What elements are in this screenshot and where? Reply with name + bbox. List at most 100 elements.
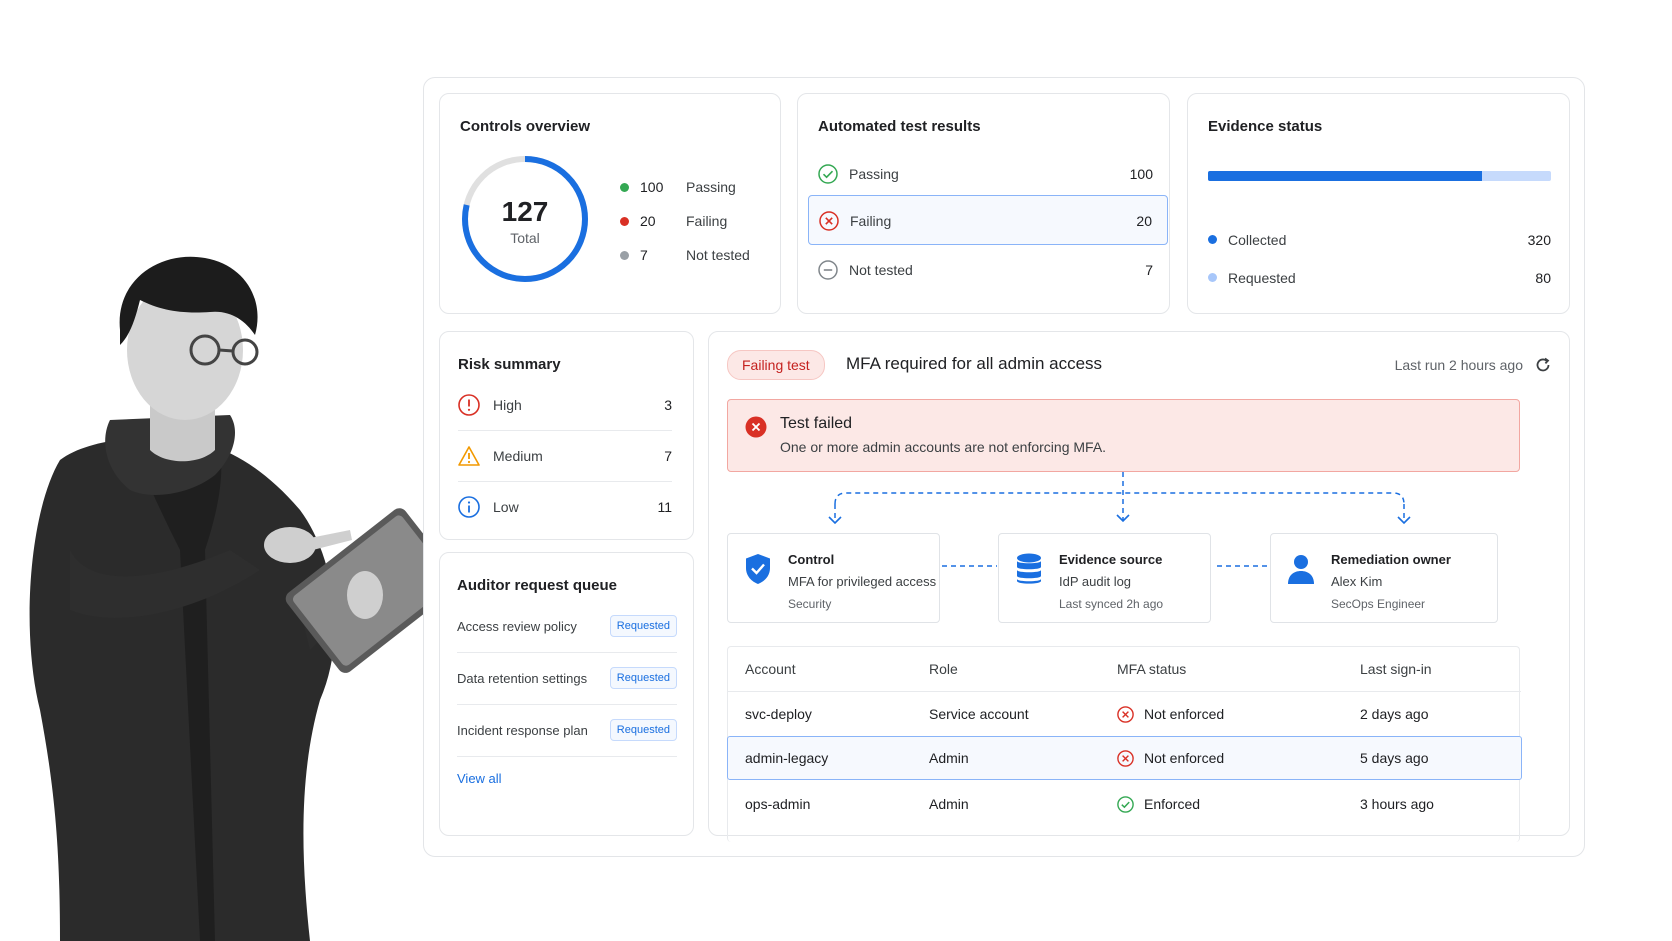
table-row-selected[interactable]: admin-legacy Admin Not enforced 5 days a… (727, 736, 1522, 780)
node-meta: SecOps Engineer (1331, 597, 1426, 611)
risk-row-high[interactable]: High 3 (458, 380, 672, 431)
test-row-value: 20 (1136, 213, 1152, 229)
failing-test-detail-panel: Failing test MFA required for all admin … (708, 331, 1570, 842)
legend-dot (620, 216, 629, 226)
mfa-status-cell: Enforced (1117, 796, 1200, 813)
last-sign-in-cell: 3 hours ago (1360, 796, 1434, 812)
account-cell: ops-admin (745, 796, 811, 812)
legend-row-passing: 100 Passing (620, 177, 736, 197)
legend-row-not-tested: 7 Not tested (620, 245, 750, 265)
evidence-row-collected: Collected 320 (1208, 230, 1551, 250)
test-row-label: Not tested (849, 262, 913, 278)
node-subtitle: Alex Kim (1331, 574, 1383, 589)
evidence-source-node[interactable]: Evidence source IdP audit log Last synce… (998, 533, 1211, 623)
test-row-label: Passing (849, 166, 899, 182)
test-row-value: 100 (1129, 166, 1153, 182)
node-meta: Last synced 2h ago (1059, 597, 1164, 611)
role-cell: Admin (929, 750, 969, 766)
role-cell: Admin (929, 796, 969, 812)
mfa-status-text: Not enforced (1144, 706, 1225, 722)
table-header-row: Account Role MFA status Last sign-in (728, 647, 1521, 692)
risk-row-label: High (493, 397, 522, 413)
x-circle-icon (819, 211, 839, 231)
table-row[interactable]: ops-admin Admin Enforced 3 hours ago (728, 782, 1521, 827)
error-circle-icon (745, 416, 767, 438)
evidence-row-value: 80 (1535, 270, 1551, 286)
risk-row-label: Low (493, 499, 519, 515)
legend-value: 20 (640, 213, 656, 229)
evidence-status-card: Evidence status Collected 320 Requested … (1187, 93, 1570, 314)
mfa-status-cell: Not enforced (1117, 706, 1224, 723)
node-title: Control (788, 552, 835, 567)
x-circle-icon (1117, 706, 1134, 723)
test-row-failing[interactable]: Failing 20 (808, 195, 1168, 245)
risk-row-label: Medium (493, 448, 543, 464)
alert-title: Test failed (780, 415, 853, 432)
test-row-passing[interactable]: Passing 100 (808, 149, 1168, 199)
evidence-row-label: Requested (1228, 270, 1296, 286)
last-sign-in-cell: 2 days ago (1360, 706, 1429, 722)
auditor-request-label: Access review policy (457, 619, 577, 634)
last-sign-in-cell: 5 days ago (1360, 750, 1429, 766)
test-row-value: 7 (1145, 262, 1153, 278)
auditor-request-item[interactable]: Data retention settings Requested (457, 653, 677, 705)
refresh-icon[interactable] (1534, 356, 1552, 374)
evidence-progress-fill (1208, 171, 1483, 181)
table-row[interactable]: svc-deploy Service account Not enforced … (728, 692, 1521, 737)
requested-badge: Requested (609, 615, 677, 637)
evidence-row-requested: Requested 80 (1208, 268, 1551, 288)
node-meta: Security (788, 597, 832, 611)
legend-label: Passing (686, 179, 736, 195)
node-title: Remediation owner (1331, 552, 1451, 567)
info-circle-icon (458, 496, 480, 518)
requested-dot (1208, 273, 1217, 282)
test-row-label: Failing (850, 213, 892, 229)
risk-row-low[interactable]: Low 11 (458, 482, 672, 533)
risk-row-value: 3 (664, 397, 672, 413)
view-all-link[interactable]: View all (457, 771, 502, 786)
column-header-last-sign-in[interactable]: Last sign-in (1360, 661, 1432, 677)
column-header-account[interactable]: Account (745, 661, 796, 677)
auditor-request-item[interactable]: Incident response plan Requested (457, 705, 677, 757)
alert-circle-icon (458, 394, 480, 416)
risk-row-medium[interactable]: Medium 7 (458, 431, 672, 482)
last-run-text: Last run 2 hours ago (1394, 357, 1523, 373)
controls-overview-title: Controls overview (460, 118, 591, 135)
person-icon (1288, 555, 1314, 584)
check-circle-icon (1117, 796, 1134, 813)
column-header-mfa-status[interactable]: MFA status (1117, 661, 1186, 677)
test-row-not-tested[interactable]: Not tested 7 (808, 245, 1168, 295)
node-title: Evidence source (1059, 552, 1163, 567)
test-failed-alert: Test failed One or more admin accounts a… (727, 399, 1520, 472)
evidence-progress-bar (1208, 171, 1551, 181)
warning-triangle-icon (458, 446, 480, 466)
compliance-dashboard: Controls overview 127 Total 100 Passing 20… (423, 77, 1585, 857)
auditor-request-item[interactable]: Access review policy Requested (457, 601, 677, 653)
database-icon (1017, 553, 1041, 584)
requested-badge: Requested (609, 667, 677, 689)
column-header-role[interactable]: Role (929, 661, 958, 677)
legend-label: Failing (686, 213, 728, 229)
shield-check-icon (746, 554, 770, 584)
auditor-request-label: Data retention settings (457, 671, 588, 686)
controls-total-label: Total (510, 230, 540, 246)
accounts-table: Account Role MFA status Last sign-in svc… (727, 646, 1522, 842)
mfa-status-text: Enforced (1144, 796, 1201, 812)
control-node[interactable]: Control MFA for privileged access Securi… (727, 533, 940, 623)
risk-summary-title: Risk summary (458, 356, 561, 373)
evidence-row-value: 320 (1527, 232, 1551, 248)
risk-row-value: 11 (657, 499, 672, 515)
mfa-status-cell: Not enforced (1117, 750, 1224, 767)
minus-circle-icon (818, 260, 838, 280)
role-cell: Service account (929, 706, 1029, 722)
mfa-status-text: Not enforced (1144, 750, 1225, 766)
legend-dot (620, 182, 629, 192)
failing-test-chip: Failing test (727, 350, 825, 380)
node-subtitle: IdP audit log (1059, 574, 1132, 589)
remediation-owner-node[interactable]: Remediation owner Alex Kim SecOps Engine… (1270, 533, 1498, 623)
legend-value: 100 (640, 179, 664, 195)
auditor-request-queue-card: Auditor request queue Access review poli… (439, 552, 694, 836)
requested-badge: Requested (609, 719, 677, 741)
automated-tests-title: Automated test results (818, 118, 981, 135)
controls-overview-card: Controls overview 127 Total 100 Passing 20… (439, 93, 781, 314)
